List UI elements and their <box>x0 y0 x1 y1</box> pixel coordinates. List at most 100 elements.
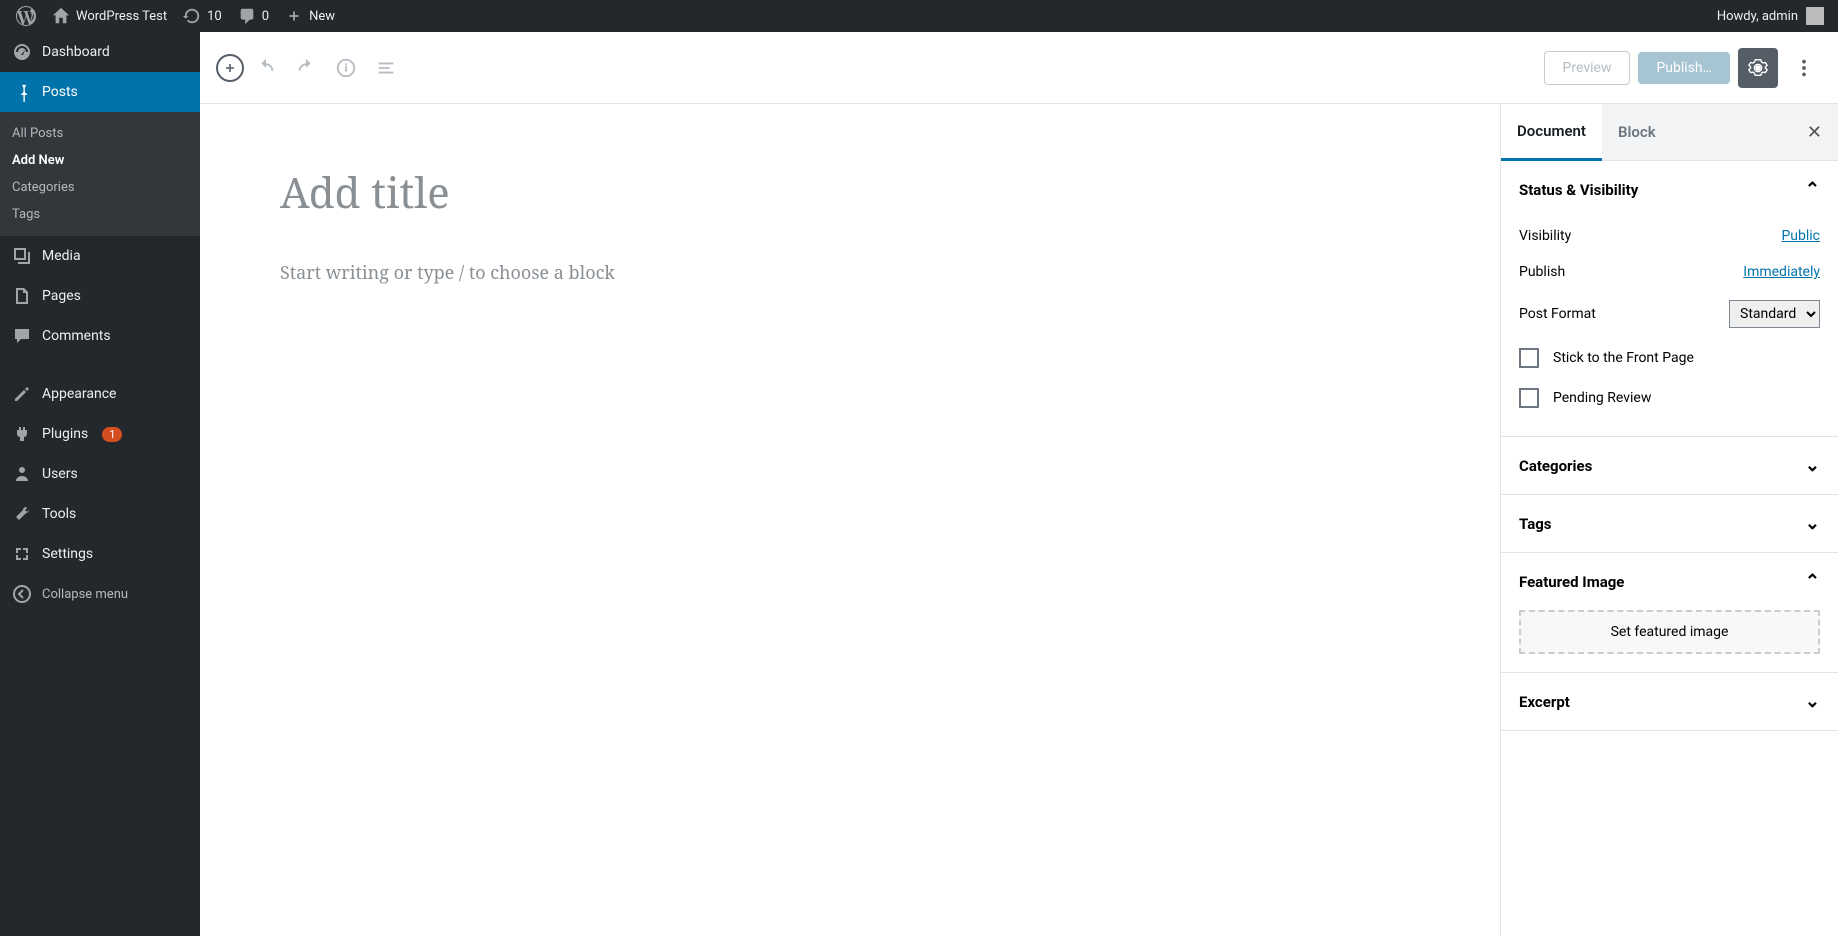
redo-button[interactable] <box>288 50 324 86</box>
visibility-label: Visibility <box>1519 228 1571 244</box>
plus-icon <box>285 7 303 25</box>
menu-dashboard[interactable]: Dashboard <box>0 32 200 72</box>
post-format-select[interactable]: Standard <box>1729 300 1820 328</box>
admin-menu: Dashboard Posts All Posts Add New Catego… <box>0 32 200 936</box>
chevron-down-icon: ⌄ <box>1805 513 1820 534</box>
menu-users[interactable]: Users <box>0 454 200 494</box>
list-icon <box>375 57 397 79</box>
redo-icon <box>295 57 317 79</box>
add-block-button[interactable] <box>216 54 244 82</box>
pending-checkbox[interactable] <box>1519 388 1539 408</box>
post-body-input[interactable] <box>280 261 1420 285</box>
chevron-up-icon: ⌃ <box>1805 571 1820 592</box>
gear-icon <box>1747 57 1769 79</box>
panel-status-header[interactable]: Status & Visibility ⌃ <box>1501 161 1838 218</box>
menu-posts[interactable]: Posts <box>0 72 200 112</box>
close-sidebar-button[interactable]: ✕ <box>1791 110 1838 155</box>
panel-tags-header[interactable]: Tags ⌄ <box>1501 495 1838 552</box>
site-link[interactable]: WordPress Test <box>44 0 175 32</box>
update-icon <box>183 7 201 25</box>
avatar <box>1806 7 1824 25</box>
comment-icon <box>238 7 256 25</box>
posts-submenu: All Posts Add New Categories Tags <box>0 112 200 236</box>
more-button[interactable] <box>1786 48 1822 88</box>
panel-status: Status & Visibility ⌃ Visibility Public … <box>1501 161 1838 437</box>
menu-appearance[interactable]: Appearance <box>0 374 200 414</box>
stick-label: Stick to the Front Page <box>1553 350 1694 366</box>
plugins-badge: 1 <box>102 427 122 442</box>
outline-button[interactable] <box>368 50 404 86</box>
info-icon <box>335 57 357 79</box>
submenu-tags[interactable]: Tags <box>0 201 200 228</box>
panel-featured-header[interactable]: Featured Image ⌃ <box>1501 553 1838 610</box>
menu-comments[interactable]: Comments <box>0 316 200 356</box>
editor-toolbar: Preview Publish… <box>200 32 1838 104</box>
stick-checkbox[interactable] <box>1519 348 1539 368</box>
info-button[interactable] <box>328 50 364 86</box>
submenu-all-posts[interactable]: All Posts <box>0 120 200 147</box>
panel-featured-image: Featured Image ⌃ Set featured image <box>1501 553 1838 673</box>
comments-icon <box>12 326 32 346</box>
wordpress-icon <box>16 6 36 26</box>
menu-settings[interactable]: Settings <box>0 534 200 574</box>
pages-icon <box>12 286 32 306</box>
publish-label: Publish <box>1519 264 1565 280</box>
tools-icon <box>12 504 32 524</box>
undo-button[interactable] <box>248 50 284 86</box>
menu-media[interactable]: Media <box>0 236 200 276</box>
panel-categories: Categories ⌄ <box>1501 437 1838 495</box>
chevron-down-icon: ⌄ <box>1805 691 1820 712</box>
panel-excerpt: Excerpt ⌄ <box>1501 673 1838 731</box>
comments-link[interactable]: 0 <box>230 0 277 32</box>
editor-canvas[interactable] <box>200 104 1500 936</box>
dashboard-icon <box>12 42 32 62</box>
settings-button[interactable] <box>1738 48 1778 88</box>
menu-plugins[interactable]: Plugins 1 <box>0 414 200 454</box>
comments-count: 0 <box>262 9 269 24</box>
media-icon <box>12 246 32 266</box>
settings-tabs: Document Block ✕ <box>1501 104 1838 161</box>
menu-tools[interactable]: Tools <box>0 494 200 534</box>
pin-icon <box>12 82 32 102</box>
admin-bar: WordPress Test 10 0 New Howdy, admin <box>0 0 1838 32</box>
editor: Preview Publish… Document Block ✕ St <box>200 32 1838 936</box>
menu-pages[interactable]: Pages <box>0 276 200 316</box>
tab-block[interactable]: Block <box>1602 105 1672 159</box>
publish-button[interactable]: Publish… <box>1638 52 1730 84</box>
submenu-add-new[interactable]: Add New <box>0 147 200 174</box>
site-name: WordPress Test <box>76 9 167 24</box>
panel-excerpt-header[interactable]: Excerpt ⌄ <box>1501 673 1838 730</box>
new-label: New <box>309 9 335 24</box>
home-icon <box>52 7 70 25</box>
wp-logo[interactable] <box>8 0 44 32</box>
undo-icon <box>255 57 277 79</box>
chevron-down-icon: ⌄ <box>1805 455 1820 476</box>
settings-icon <box>12 544 32 564</box>
howdy-text: Howdy, admin <box>1717 9 1798 24</box>
updates-count: 10 <box>207 9 222 24</box>
format-label: Post Format <box>1519 306 1596 322</box>
visibility-value[interactable]: Public <box>1781 228 1820 244</box>
panel-tags: Tags ⌄ <box>1501 495 1838 553</box>
plugins-icon <box>12 424 32 444</box>
chevron-up-icon: ⌃ <box>1805 179 1820 200</box>
tab-document[interactable]: Document <box>1501 104 1602 161</box>
panel-categories-header[interactable]: Categories ⌄ <box>1501 437 1838 494</box>
users-icon <box>12 464 32 484</box>
appearance-icon <box>12 384 32 404</box>
collapse-menu[interactable]: Collapse menu <box>0 574 200 614</box>
set-featured-image-button[interactable]: Set featured image <box>1519 610 1820 654</box>
plus-icon <box>222 60 238 76</box>
updates-link[interactable]: 10 <box>175 0 230 32</box>
pending-label: Pending Review <box>1553 390 1651 406</box>
account-link[interactable]: Howdy, admin <box>1717 7 1830 25</box>
new-content-link[interactable]: New <box>277 0 343 32</box>
submenu-categories[interactable]: Categories <box>0 174 200 201</box>
post-title-input[interactable] <box>280 164 1420 221</box>
collapse-icon <box>12 584 32 604</box>
preview-button[interactable]: Preview <box>1544 51 1631 85</box>
close-icon: ✕ <box>1807 122 1822 143</box>
more-vertical-icon <box>1793 57 1815 79</box>
publish-value[interactable]: Immediately <box>1743 264 1820 280</box>
settings-sidebar: Document Block ✕ Status & Visibility ⌃ V… <box>1500 104 1838 936</box>
